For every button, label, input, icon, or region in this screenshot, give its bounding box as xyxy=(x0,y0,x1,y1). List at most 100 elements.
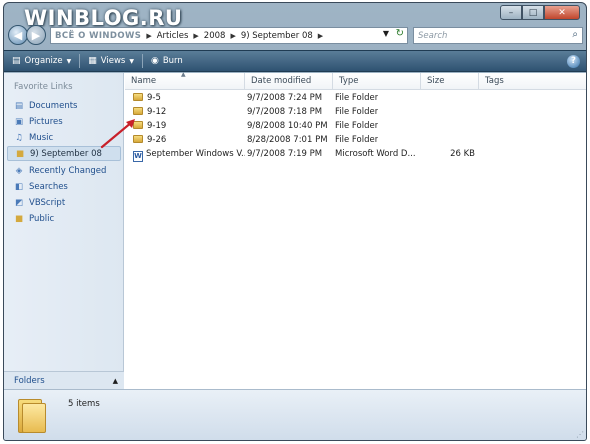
organize-button[interactable]: ▤ Organize ▼ xyxy=(4,51,79,71)
file-name-cell[interactable]: 9-19 xyxy=(133,121,243,131)
file-date-cell: 9/7/2008 7:19 PM xyxy=(247,149,323,159)
table-row[interactable]: 9-12 9/7/2008 7:18 PM File Folder xyxy=(125,107,586,120)
back-button[interactable]: ◀ xyxy=(8,25,28,45)
file-date-cell: 9/8/2008 10:40 PM xyxy=(247,121,328,131)
views-icon: ▦ xyxy=(88,56,97,66)
address-row: ◀ ▶ ВСЁ О WINDOWS ▶ Articles ▶ 2008 ▶ 9)… xyxy=(8,25,584,47)
folder-icon: ■ xyxy=(15,148,25,159)
file-name-cell[interactable]: 9-26 xyxy=(133,135,243,145)
sidebar-item-recently-changed[interactable]: ◈ Recently Changed xyxy=(7,163,121,178)
sidebar-item-label: Music xyxy=(29,132,54,143)
search-placeholder: Search xyxy=(418,31,448,41)
breadcrumb-2008[interactable]: 2008 xyxy=(204,31,226,41)
sidebar-item-label: Documents xyxy=(29,100,78,111)
folder-icon xyxy=(133,93,143,101)
file-name-cell[interactable]: 9-5 xyxy=(133,93,243,103)
help-button[interactable]: ? xyxy=(567,55,580,68)
content-area: Favorite Links ▤ Documents ▣ Pictures ♫ … xyxy=(4,71,586,389)
refresh-icon[interactable]: ↻ xyxy=(396,28,404,39)
chevron-right-icon[interactable]: ▶ xyxy=(318,32,323,40)
file-type-cell: File Folder xyxy=(335,93,379,103)
file-date-cell: 9/7/2008 7:24 PM xyxy=(247,93,323,103)
file-name: 9-5 xyxy=(147,93,161,103)
file-name: 9-12 xyxy=(147,107,167,117)
sidebar-item-label: Public xyxy=(29,213,55,224)
breadcrumb-articles[interactable]: Articles xyxy=(157,31,189,41)
documents-icon: ▤ xyxy=(14,100,24,111)
column-label: Tags xyxy=(485,76,504,86)
file-date-cell: 8/28/2008 7:01 PM xyxy=(247,135,328,145)
breadcrumb-site[interactable]: ВСЁ О WINDOWS xyxy=(55,31,141,41)
address-bar[interactable]: ВСЁ О WINDOWS ▶ Articles ▶ 2008 ▶ 9) Sep… xyxy=(50,27,408,44)
chevron-right-icon[interactable]: ▶ xyxy=(146,32,151,40)
burn-button[interactable]: ◉ Burn xyxy=(143,51,191,71)
column-header-name[interactable]: ▲ Name xyxy=(125,71,245,90)
column-header-type[interactable]: Type xyxy=(333,73,421,90)
file-list: ▲ Name Date modified Type Size Tags 9-5 … xyxy=(125,71,586,389)
details-pane: 5 items ⋰ xyxy=(4,389,586,440)
file-size-cell: 26 KB xyxy=(450,149,475,159)
file-name: 9-19 xyxy=(147,121,167,131)
minimize-button[interactable]: – xyxy=(500,5,522,20)
column-label: Size xyxy=(427,76,445,86)
sidebar-item-label: VBScript xyxy=(29,197,66,208)
column-label: Name xyxy=(131,76,157,86)
sort-caret-icon: ▲ xyxy=(181,71,186,78)
breadcrumb-september[interactable]: 9) September 08 xyxy=(241,31,313,41)
folders-toggle[interactable]: Folders ▲ xyxy=(4,371,124,389)
sidebar-item-label: 9) September 08 xyxy=(30,148,102,159)
annotation-arrow-shaft xyxy=(100,120,134,149)
chevron-right-icon[interactable]: ▶ xyxy=(193,32,198,40)
column-header-tags[interactable]: Tags xyxy=(479,73,586,90)
file-type-cell: File Folder xyxy=(335,135,379,145)
maximize-button[interactable]: □ xyxy=(522,5,544,20)
search-input[interactable]: Search ⌕ xyxy=(413,27,583,44)
sidebar-item-label: Searches xyxy=(29,181,68,192)
table-row[interactable]: W September Windows V... 9/7/2008 7:19 PM… xyxy=(125,149,586,162)
file-type-cell: Microsoft Word D... xyxy=(335,149,416,159)
organize-icon: ▤ xyxy=(12,56,21,66)
sidebar-item-label: Pictures xyxy=(29,116,63,127)
folders-label: Folders xyxy=(14,375,45,386)
word-document-icon: W xyxy=(133,151,143,162)
chevron-down-icon: ▼ xyxy=(66,57,72,65)
file-name: 9-26 xyxy=(147,135,167,145)
file-name-cell[interactable]: W September Windows V... xyxy=(133,149,245,162)
recent-icon: ◈ xyxy=(15,165,23,176)
chevron-up-icon: ▲ xyxy=(112,376,118,385)
organize-label: Organize xyxy=(24,56,63,66)
music-icon: ♫ xyxy=(15,132,23,143)
chevron-right-icon[interactable]: ▶ xyxy=(230,32,235,40)
search-icon[interactable]: ⌕ xyxy=(572,29,578,40)
table-row[interactable]: 9-26 8/28/2008 7:01 PM File Folder xyxy=(125,135,586,148)
views-label: Views xyxy=(100,56,126,66)
sidebar-item-documents[interactable]: ▤ Documents xyxy=(7,98,121,113)
file-name-cell[interactable]: 9-12 xyxy=(133,107,243,117)
sidebar-item-public[interactable]: ■ Public xyxy=(7,211,121,226)
file-type-cell: File Folder xyxy=(335,121,379,131)
resize-grip-icon[interactable]: ⋰ xyxy=(576,430,584,439)
back-arrow-icon: ◀ xyxy=(13,28,23,42)
folder-icon xyxy=(133,107,143,115)
forward-arrow-icon: ▶ xyxy=(31,28,41,42)
column-header-size[interactable]: Size xyxy=(421,73,479,90)
close-button[interactable]: ✕ xyxy=(544,5,580,20)
sidebar-item-label: Recently Changed xyxy=(29,165,107,176)
item-count: 5 items xyxy=(68,399,100,409)
chevron-down-icon: ▼ xyxy=(129,57,134,65)
table-row[interactable]: 9-5 9/7/2008 7:24 PM File Folder xyxy=(125,93,586,106)
sidebar-item-searches[interactable]: ◧ Searches xyxy=(7,179,121,194)
views-button[interactable]: ▦ Views ▼ xyxy=(80,51,142,71)
table-row[interactable]: 9-19 9/8/2008 10:40 PM File Folder xyxy=(125,121,586,134)
annotation-arrow xyxy=(100,119,135,149)
favorite-links-header: Favorite Links xyxy=(14,82,73,92)
forward-button[interactable]: ▶ xyxy=(26,25,46,45)
burn-disc-icon: ◉ xyxy=(150,56,159,66)
sidebar-item-vbscript[interactable]: ◩ VBScript xyxy=(7,195,121,210)
public-icon: ■ xyxy=(14,213,24,224)
column-header-date[interactable]: Date modified xyxy=(245,73,333,90)
large-folder-icon xyxy=(18,399,46,433)
search-folder-icon: ◧ xyxy=(14,181,24,192)
file-name: September Windows V... xyxy=(146,149,245,159)
address-dropdown-icon[interactable]: ▼ xyxy=(383,29,389,38)
